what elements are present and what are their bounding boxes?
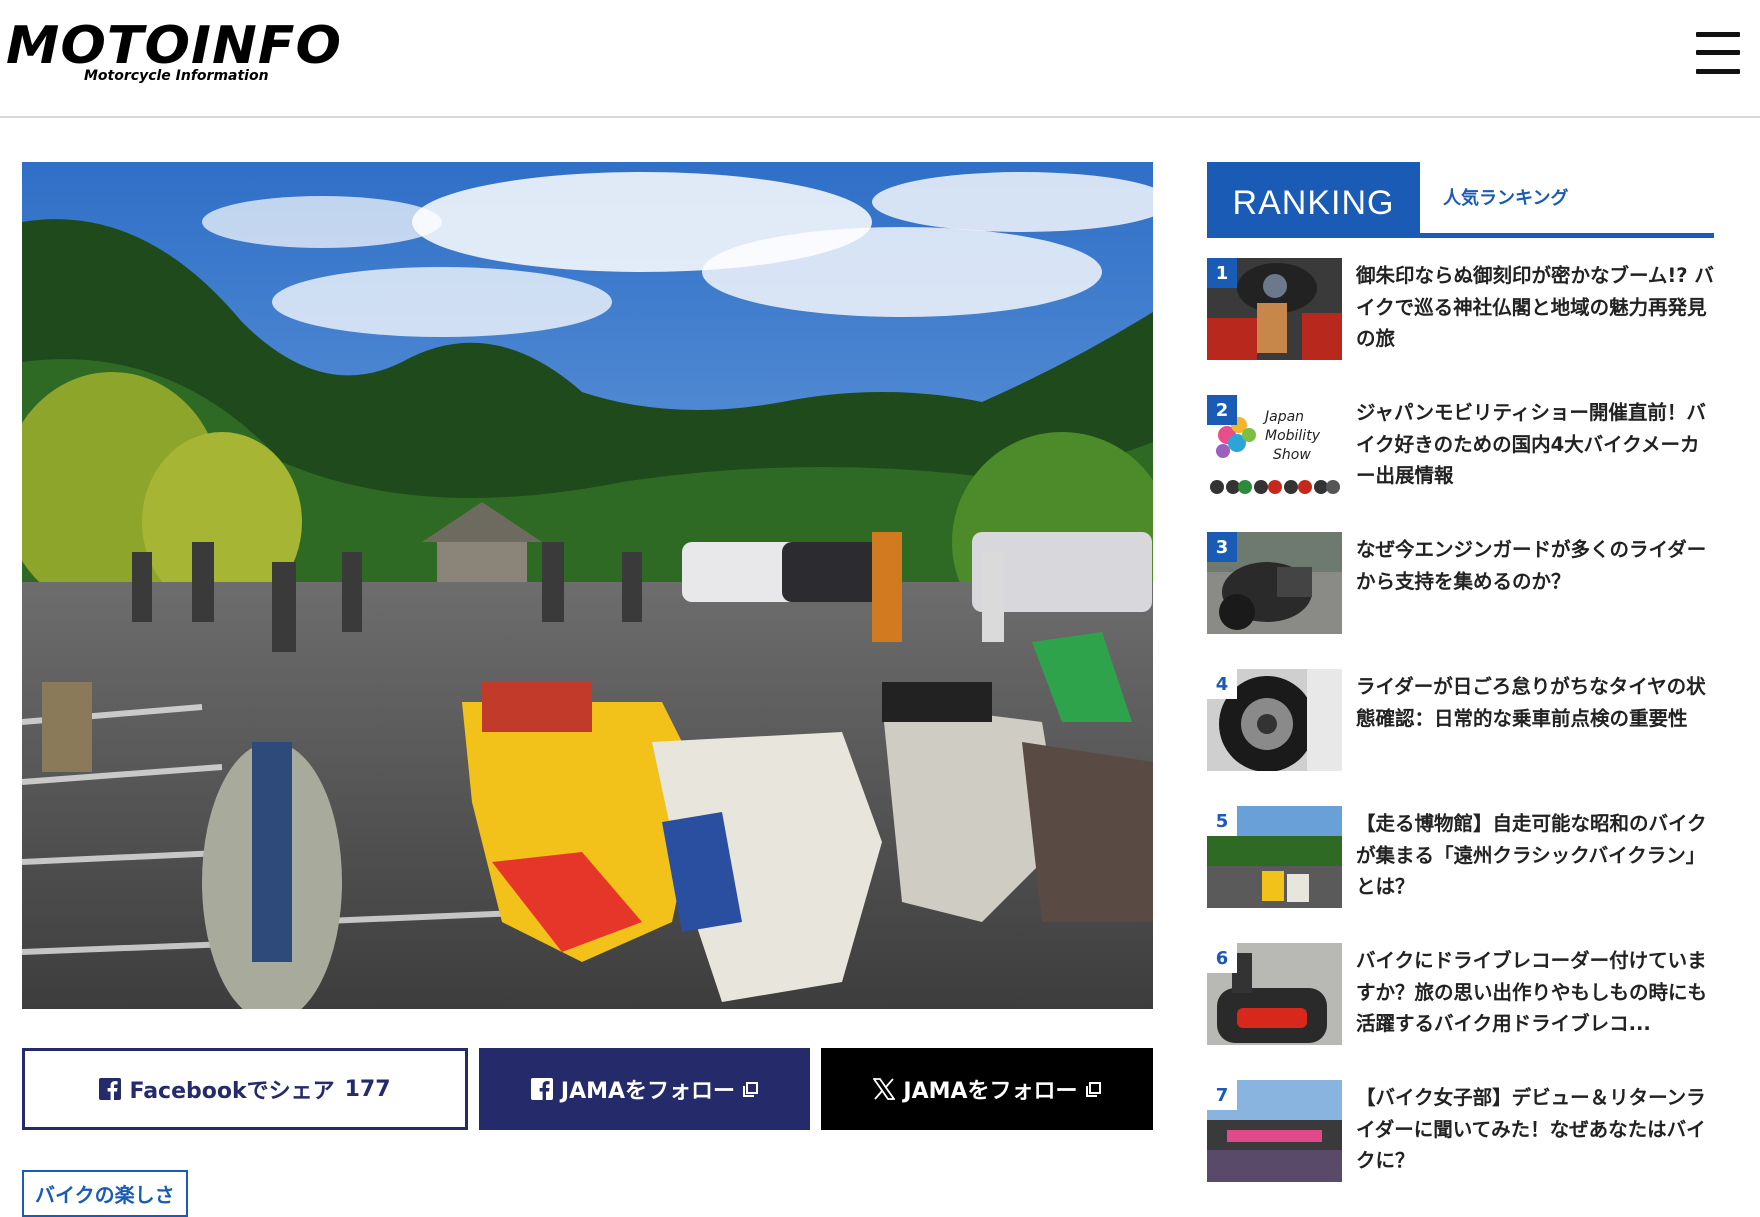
site-header: MOTOINFO Motorcycle Information [0, 0, 1760, 118]
ranking-item-3[interactable]: 3 なぜ今エンジンガードが多くのライダーから支持を集めるのか？ [1207, 532, 1714, 634]
ranking-item-title[interactable]: 御朱印ならぬ御刻印が密かなブーム!? バイクで巡る神社仏閣と地域の魅力再発見の旅 [1356, 260, 1716, 355]
logo-text: MOTOINFO [6, 16, 343, 76]
ranking-item-title[interactable]: なぜ今エンジンガードが多くのライダーから支持を集めるのか？ [1356, 534, 1716, 597]
thumb-text-japan: Japan [1262, 409, 1304, 425]
jama-facebook-follow-button[interactable]: JAMAをフォロー [479, 1048, 810, 1130]
hamburger-menu-icon[interactable] [1696, 32, 1740, 74]
jama-x-follow-label: JAMAをフォロー [903, 1079, 1078, 1104]
ranking-item-4[interactable]: 4 ライダーが日ごろ怠りがちなタイヤの状態確認：日常的な乗車前点検の重要性 [1207, 669, 1714, 771]
ranking-item-6[interactable]: 6 バイクにドライブレコーダー付けていますか？旅の思い出作りやもしもの時にも活躍… [1207, 943, 1714, 1045]
facebook-share-count: 177 [344, 1076, 391, 1102]
ranking-number: 7 [1207, 1080, 1237, 1110]
ranking-item-title[interactable]: ジャパンモビリティショー開催直前！バイク好きのための国内4大バイクメーカー出展情… [1356, 397, 1716, 492]
ranking-number: 3 [1207, 532, 1237, 562]
ranking-number: 4 [1207, 669, 1237, 699]
ranking-number: 1 [1207, 258, 1237, 288]
hero-image [22, 162, 1153, 1009]
ranking-item-title[interactable]: バイクにドライブレコーダー付けていますか？旅の思い出作りやもしもの時にも活躍する… [1356, 945, 1716, 1040]
ranking-item-2[interactable]: Japan Mobility Show 2 ジャパンモビリティショー開催直前！バ… [1207, 395, 1714, 497]
site-logo[interactable]: MOTOINFO Motorcycle Information [6, 18, 346, 88]
ranking-header: RANKING 人気ランキング [1207, 162, 1714, 238]
external-link-icon [1085, 1081, 1101, 1097]
ranking-item-7[interactable]: 7 【バイク女子部】デビュー＆リターンライダーに聞いてみた！なぜあなたはバイクに… [1207, 1080, 1714, 1182]
ranking-item-1[interactable]: 1 御朱印ならぬ御刻印が密かなブーム!? バイクで巡る神社仏閣と地域の魅力再発見… [1207, 258, 1714, 360]
logo-subtitle: Motorcycle Information [84, 68, 269, 84]
ranking-item-title[interactable]: 【走る博物館】自走可能な昭和のバイクが集まる「遠州クラシックバイクラン」とは？ [1356, 808, 1716, 903]
ranking-widget: RANKING 人気ランキング 1 御朱印ならぬ御刻印が密かなブーム!? バイク… [1207, 162, 1714, 1182]
facebook-share-label: Facebookでシェア [129, 1079, 335, 1104]
ranking-item-title[interactable]: ライダーが日ごろ怠りがちなタイヤの状態確認：日常的な乗車前点検の重要性 [1356, 671, 1716, 734]
x-logo-icon [873, 1078, 896, 1100]
jama-x-follow-button[interactable]: JAMAをフォロー [821, 1048, 1153, 1130]
ranking-subtitle: 人気ランキング [1443, 188, 1569, 209]
share-buttons: Facebookでシェア 177 JAMAをフォロー JAMAをフォロー [22, 1048, 1153, 1130]
facebook-icon [99, 1078, 122, 1100]
facebook-icon [530, 1078, 553, 1100]
ranking-number: 6 [1207, 943, 1237, 973]
ranking-number: 5 [1207, 806, 1237, 836]
category-tag[interactable]: バイクの楽しさ [22, 1170, 188, 1217]
ranking-item-title[interactable]: 【バイク女子部】デビュー＆リターンライダーに聞いてみた！なぜあなたはバイクに？ [1356, 1082, 1716, 1177]
thumb-text-mobility: Mobility [1265, 428, 1321, 444]
external-link-icon [743, 1081, 759, 1097]
ranking-title: RANKING [1207, 162, 1420, 238]
jama-facebook-follow-label: JAMAをフォロー [560, 1079, 736, 1104]
ranking-number: 2 [1207, 395, 1237, 425]
ranking-item-5[interactable]: 5 【走る博物館】自走可能な昭和のバイクが集まる「遠州クラシックバイクラン」とは… [1207, 806, 1714, 908]
facebook-share-button[interactable]: Facebookでシェア 177 [22, 1048, 468, 1130]
thumb-text-show: Show [1273, 447, 1311, 463]
